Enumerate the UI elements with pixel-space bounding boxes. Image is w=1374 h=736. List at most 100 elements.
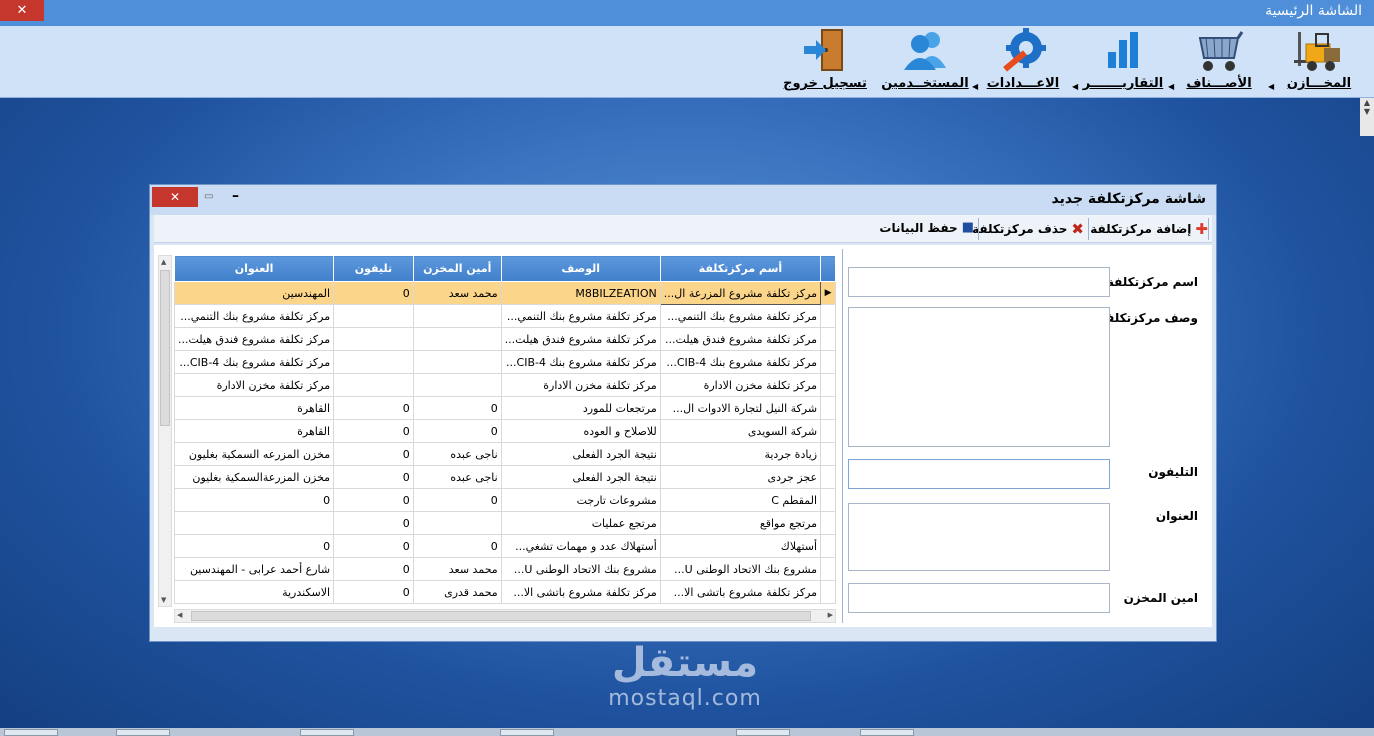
cell-address[interactable] [173, 511, 335, 535]
cell-phone[interactable]: 0 [333, 534, 414, 558]
table-row[interactable]: مركز تكلفة مشروع فندق هيلت... مركز تكلفة … [173, 327, 836, 351]
cell-phone[interactable] [333, 304, 414, 328]
address-input[interactable] [848, 503, 1110, 571]
toolbar-warehouses-button[interactable]: المخـــازن ◀ [1268, 28, 1364, 96]
cell-description[interactable]: مركز تكلفة مخزن الادارة [500, 373, 661, 397]
cell-keeper[interactable]: 0 [412, 419, 502, 443]
dialog-close-button[interactable]: ✕ [152, 187, 198, 207]
main-close-button[interactable]: ✕ [0, 0, 44, 21]
cell-address[interactable]: مخزن المزرعه السمكية بغليون [173, 442, 335, 466]
cell-phone[interactable] [333, 327, 414, 351]
storekeeper-input[interactable] [848, 583, 1110, 613]
table-row[interactable]: 0 0 0 مشروعات تارجت المقطم C [173, 488, 836, 512]
table-row[interactable]: مخزن المزرعةالسمكية بغليون 0 ناجى عبده نتيج… [173, 465, 836, 489]
column-header-description[interactable]: الوصف [500, 255, 661, 282]
table-row[interactable]: مخزن المزرعه السمكية بغليون 0 ناجى عبده نتي… [173, 442, 836, 466]
table-row[interactable]: القاهرة 0 0 للاصلاح و العوده شركة السويدى [173, 419, 836, 443]
cell-phone[interactable] [333, 373, 414, 397]
column-header-name[interactable]: أسم مركزتكلفة [659, 255, 822, 282]
row-indicator[interactable] [820, 511, 836, 535]
row-indicator[interactable] [820, 442, 836, 466]
cell-address[interactable]: القاهرة [173, 419, 335, 443]
row-indicator[interactable] [820, 488, 836, 512]
cell-address[interactable]: مركز تكلفة مشروع بنك التنمي... [173, 304, 335, 328]
cell-name[interactable]: أستهلاك [659, 534, 822, 558]
cell-phone[interactable] [333, 350, 414, 374]
row-indicator[interactable] [820, 327, 836, 351]
cell-address[interactable]: القاهرة [173, 396, 335, 420]
cell-description[interactable]: نتيجة الجرد الفعلى [500, 465, 661, 489]
table-row[interactable]: مركز تكلفة مخزن الادارة مركز تكلفة مخزن ا… [173, 373, 836, 397]
dialog-maximize-button[interactable]: ▭ [204, 191, 213, 202]
row-indicator[interactable] [820, 465, 836, 489]
cell-address[interactable]: مركز تكلفة مخزن الادارة [173, 373, 335, 397]
name-input[interactable] [848, 267, 1110, 297]
grid-vertical-scrollbar[interactable]: ▲ ▼ [158, 255, 172, 607]
table-row[interactable]: 0 0 0 أستهلاك عدد و مهمات تشغي... أستهلاك [173, 534, 836, 558]
cell-keeper[interactable]: محمد سعد [412, 557, 502, 581]
row-indicator[interactable]: ▶ [820, 281, 836, 305]
cell-phone[interactable]: 0 [333, 488, 414, 512]
scroll-up-icon[interactable]: ▲ [161, 258, 166, 266]
cell-address[interactable]: مركز تكلفة مشروع فندق هيلت... [173, 327, 335, 351]
cell-description[interactable]: مشروعات تارجت [500, 488, 661, 512]
cell-description[interactable]: مركز تكلفة مشروع بنك التنمي... [500, 304, 661, 328]
table-row[interactable]: 0 مرتجع عمليات مرتجع مواقع [173, 511, 836, 535]
toolbar-items-button[interactable]: الأصـــناف ◀ [1168, 28, 1264, 96]
cell-keeper[interactable]: ناجى عبده [412, 465, 502, 489]
row-indicator[interactable] [820, 419, 836, 443]
cell-name[interactable]: عجز جردى [659, 465, 822, 489]
scroll-left-icon[interactable]: ◀ [177, 611, 182, 619]
taskbar-item[interactable] [500, 729, 554, 736]
add-cost-center-button[interactable]: ✚ إضافة مركزتكلفة [1090, 220, 1208, 238]
cell-description[interactable]: مركز تكلفة مشروع فندق هيلت... [500, 327, 661, 351]
cell-address[interactable]: الاسكندرية [173, 580, 335, 604]
cell-phone[interactable]: 0 [333, 442, 414, 466]
scroll-down-icon[interactable]: ▼ [161, 596, 166, 604]
toolbar-reports-button[interactable]: التقاريـــــــر ◀ [1072, 28, 1168, 96]
cell-name[interactable]: شركة السويدى [659, 419, 822, 443]
cell-keeper[interactable]: محمد سعد [412, 281, 502, 305]
table-row[interactable]: القاهرة 0 0 مرتجعات للمورد شركة النيل لتجارة… [173, 396, 836, 420]
cell-phone[interactable]: 0 [333, 465, 414, 489]
cell-name[interactable]: مركز تكلفة مشروع المزرعة ال... [659, 281, 822, 305]
row-indicator[interactable] [820, 350, 836, 374]
cell-address[interactable]: 0 [173, 534, 335, 558]
cell-description[interactable]: M8BILZEATION [500, 281, 661, 305]
vertical-scroll-thumb[interactable] [160, 270, 170, 426]
cell-description[interactable]: للاصلاح و العوده [500, 419, 661, 443]
cell-keeper[interactable]: محمد قدرى [412, 580, 502, 604]
cell-phone[interactable]: 0 [333, 511, 414, 535]
taskbar-item[interactable] [116, 729, 170, 736]
cell-name[interactable]: شركة النيل لتجارة الادوات ال... [659, 396, 822, 420]
cell-keeper[interactable] [412, 327, 502, 351]
cell-name[interactable]: مركز تكلفة مشروع باتشى الا... [659, 580, 822, 604]
column-header-phone[interactable]: تليفون [333, 255, 414, 282]
cell-keeper[interactable] [412, 511, 502, 535]
cell-keeper[interactable]: 0 [412, 488, 502, 512]
description-input[interactable] [848, 307, 1110, 447]
taskbar-item[interactable] [860, 729, 914, 736]
cell-name[interactable]: مركز تكلفة مشروع بنك CIB-4... [659, 350, 822, 374]
main-vertical-scrollbar[interactable]: ▲ ▼ [1360, 98, 1374, 136]
cell-address[interactable]: مركز تكلفة مشروع بنك CIB-4... [173, 350, 335, 374]
cell-name[interactable]: المقطم C [659, 488, 822, 512]
cell-keeper[interactable] [412, 304, 502, 328]
cell-description[interactable]: مركز تكلفة مشروع بنك CIB-4... [500, 350, 661, 374]
delete-cost-center-button[interactable]: ✖ حذف مركزتكلفة [972, 220, 1084, 238]
scroll-right-icon[interactable]: ▶ [828, 611, 833, 619]
toolbar-logout-button[interactable]: تسجيل خروج [780, 28, 870, 96]
cell-description[interactable]: مرتجع عمليات [500, 511, 661, 535]
taskbar-item[interactable] [4, 729, 58, 736]
table-row[interactable]: مركز تكلفة مشروع بنك CIB-4... مركز تكلفة … [173, 350, 836, 374]
cell-name[interactable]: مشروع بنك الاتحاد الوطنى U... [659, 557, 822, 581]
table-row[interactable]: شارع أحمد عرابى - المهندسين 0 محمد سعد مشرو… [173, 557, 836, 581]
row-indicator[interactable] [820, 373, 836, 397]
cell-keeper[interactable]: 0 [412, 396, 502, 420]
cell-keeper[interactable] [412, 350, 502, 374]
cell-phone[interactable]: 0 [333, 419, 414, 443]
cell-description[interactable]: نتيجة الجرد الفعلى [500, 442, 661, 466]
toolbar-settings-button[interactable]: الاعـــدادات ◀ [972, 28, 1068, 96]
column-header-address[interactable]: العنوان [173, 255, 335, 282]
taskbar-item[interactable] [736, 729, 790, 736]
